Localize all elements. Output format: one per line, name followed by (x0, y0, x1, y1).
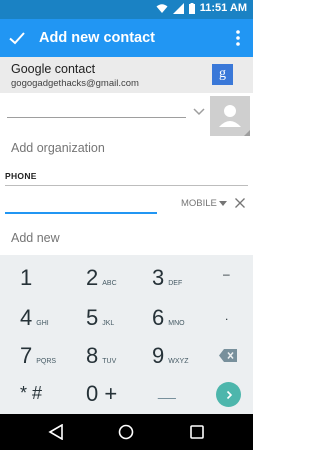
phone-type-select[interactable]: MOBILE (181, 198, 227, 209)
recents-square-icon[interactable] (189, 424, 205, 440)
add-organization-field[interactable]: Add organization (11, 141, 105, 155)
chevron-down-icon[interactable] (193, 107, 205, 117)
key-1[interactable]: 1 (20, 265, 32, 291)
wifi-icon (156, 3, 168, 13)
chevron-right-icon (226, 390, 232, 399)
key-3[interactable]: 3 DEF (152, 265, 182, 291)
dropdown-arrow-icon (218, 200, 227, 206)
google-account-icon: g (212, 64, 233, 85)
battery-icon (188, 2, 195, 14)
next-button[interactable] (216, 382, 241, 407)
key-space[interactable]: __ (158, 383, 176, 401)
phone-type-label: MOBILE (181, 198, 217, 209)
key-2[interactable]: 2 ABC (86, 265, 117, 291)
key-8[interactable]: 8 TUV (86, 343, 116, 369)
more-vert-icon[interactable] (232, 28, 244, 48)
navigation-bar (0, 414, 253, 450)
key-0-plus[interactable]: 0 + (86, 381, 117, 407)
divider (5, 185, 248, 186)
status-bar: 11:51 AM (0, 0, 253, 19)
home-circle-icon[interactable] (118, 424, 134, 440)
signal-icon (172, 2, 184, 14)
account-name: Google contact (11, 62, 96, 76)
person-icon (219, 105, 250, 136)
account-selector[interactable]: Google contact gogogadgethacks@gmail.com… (0, 57, 253, 93)
key-7[interactable]: 7 PQRS (20, 343, 56, 369)
add-new-field[interactable]: Add new (11, 231, 60, 245)
status-time: 11:51 AM (199, 2, 247, 14)
phone-input[interactable] (5, 212, 157, 214)
app-bar: Add new contact (0, 19, 253, 57)
key-5[interactable]: 5 JKL (86, 305, 114, 331)
key-9[interactable]: 9 WXYZ (152, 343, 188, 369)
key-4[interactable]: 4 GHI (20, 305, 49, 331)
status-icons: 11:51 AM (156, 2, 247, 14)
backspace-icon[interactable] (219, 349, 237, 362)
back-triangle-icon[interactable] (48, 424, 64, 440)
key-dash[interactable]: – (223, 267, 230, 281)
key-dot[interactable]: . (225, 309, 228, 323)
page-title: Add new contact (39, 30, 156, 46)
avatar[interactable] (210, 96, 250, 136)
close-icon[interactable] (234, 197, 246, 209)
phone-section-header: PHONE (5, 171, 37, 181)
key-star-hash[interactable]: * # (20, 383, 42, 404)
numeric-keypad: 1 2 ABC 3 DEF – 4 GHI 5 JKL 6 MNO . 7 PQRS 8 TU… (0, 255, 253, 414)
check-icon[interactable] (7, 28, 27, 48)
key-6[interactable]: 6 MNO (152, 305, 185, 331)
account-email: gogogadgethacks@gmail.com (11, 78, 139, 89)
name-field[interactable] (7, 117, 186, 118)
